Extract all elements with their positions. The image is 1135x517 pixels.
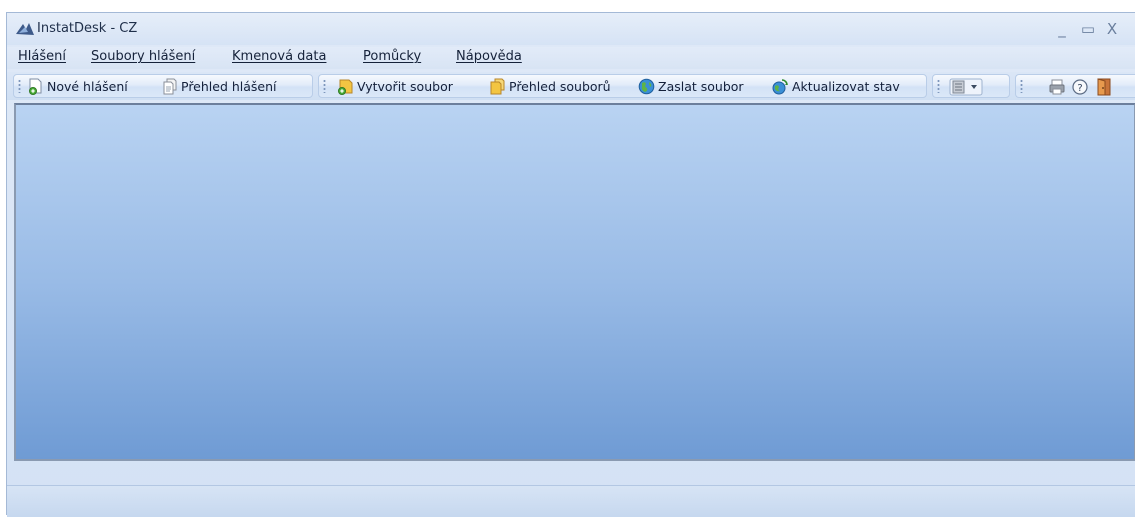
toolstrip-tools: ? <box>1015 74 1135 98</box>
menu-napoveda[interactable]: Nápověda <box>456 49 522 64</box>
create-file-button[interactable]: Vytvořit soubor <box>337 77 453 96</box>
help-icon: ? <box>1072 79 1088 95</box>
globe-icon <box>638 78 655 95</box>
new-report-label: Nové hlášení <box>47 79 128 94</box>
toolstrip-grip[interactable] <box>323 79 326 93</box>
view-layout-icon <box>949 78 983 96</box>
svg-text:?: ? <box>1077 83 1082 94</box>
status-bar <box>7 485 1135 517</box>
new-report-button[interactable]: Nové hlášení <box>28 77 128 96</box>
window-title: InstatDesk - CZ <box>37 21 138 36</box>
menu-hlaseni[interactable]: Hlášení <box>18 49 66 64</box>
toolbar-area: Nové hlášení Přehled hlášení Vytvořit so… <box>7 72 1135 100</box>
toolstrip-grip[interactable] <box>937 79 940 93</box>
menu-soubory-hlaseni[interactable]: Soubory hlášení <box>91 49 195 64</box>
maximize-button[interactable]: ▭ <box>1077 19 1099 39</box>
minimize-button[interactable]: _ <box>1051 19 1073 39</box>
files-overview-button[interactable]: Přehled souborů <box>489 77 611 96</box>
files-overview-icon <box>490 78 505 95</box>
toolstrip-grip[interactable] <box>1020 79 1023 93</box>
send-file-button[interactable]: Zaslat soubor <box>638 77 744 96</box>
toolstrip-files: Vytvořit soubor Přehled souborů Zaslat s… <box>318 74 927 98</box>
refresh-status-button[interactable]: Aktualizovat stav <box>772 77 900 96</box>
app-logo-icon <box>16 23 34 35</box>
report-overview-icon <box>163 78 177 95</box>
printer-icon <box>1049 79 1065 95</box>
new-report-icon <box>29 78 42 95</box>
main-window: InstatDesk - CZ _ ▭ X Hlášení Soubory hl… <box>6 12 1135 517</box>
close-button[interactable]: X <box>1101 19 1123 39</box>
menu-kmenova-data[interactable]: Kmenová data <box>232 49 326 64</box>
toolstrip-reports: Nové hlášení Přehled hlášení <box>13 74 313 98</box>
refresh-status-label: Aktualizovat stav <box>792 79 900 94</box>
help-button[interactable]: ? <box>1071 78 1089 96</box>
report-overview-button[interactable]: Přehled hlášení <box>162 77 277 96</box>
send-file-label: Zaslat soubor <box>658 79 744 94</box>
toolstrip-grip[interactable] <box>18 79 21 93</box>
view-layout-dropdown[interactable] <box>949 78 983 96</box>
report-overview-label: Přehled hlášení <box>181 79 277 94</box>
files-overview-label: Přehled souborů <box>509 79 611 94</box>
title-bar[interactable]: InstatDesk - CZ _ ▭ X <box>7 13 1135 45</box>
create-file-label: Vytvořit soubor <box>357 79 453 94</box>
exit-button[interactable] <box>1095 78 1113 96</box>
create-file-icon <box>338 79 353 95</box>
menu-bar: Hlášení Soubory hlášení Kmenová data Pom… <box>7 47 1135 69</box>
menu-pomucky[interactable]: Pomůcky <box>363 49 421 64</box>
mdi-client-area[interactable] <box>14 103 1135 461</box>
refresh-status-icon <box>772 79 788 95</box>
toolstrip-view <box>932 74 1010 98</box>
print-button[interactable] <box>1048 78 1066 96</box>
exit-door-icon <box>1097 78 1111 96</box>
